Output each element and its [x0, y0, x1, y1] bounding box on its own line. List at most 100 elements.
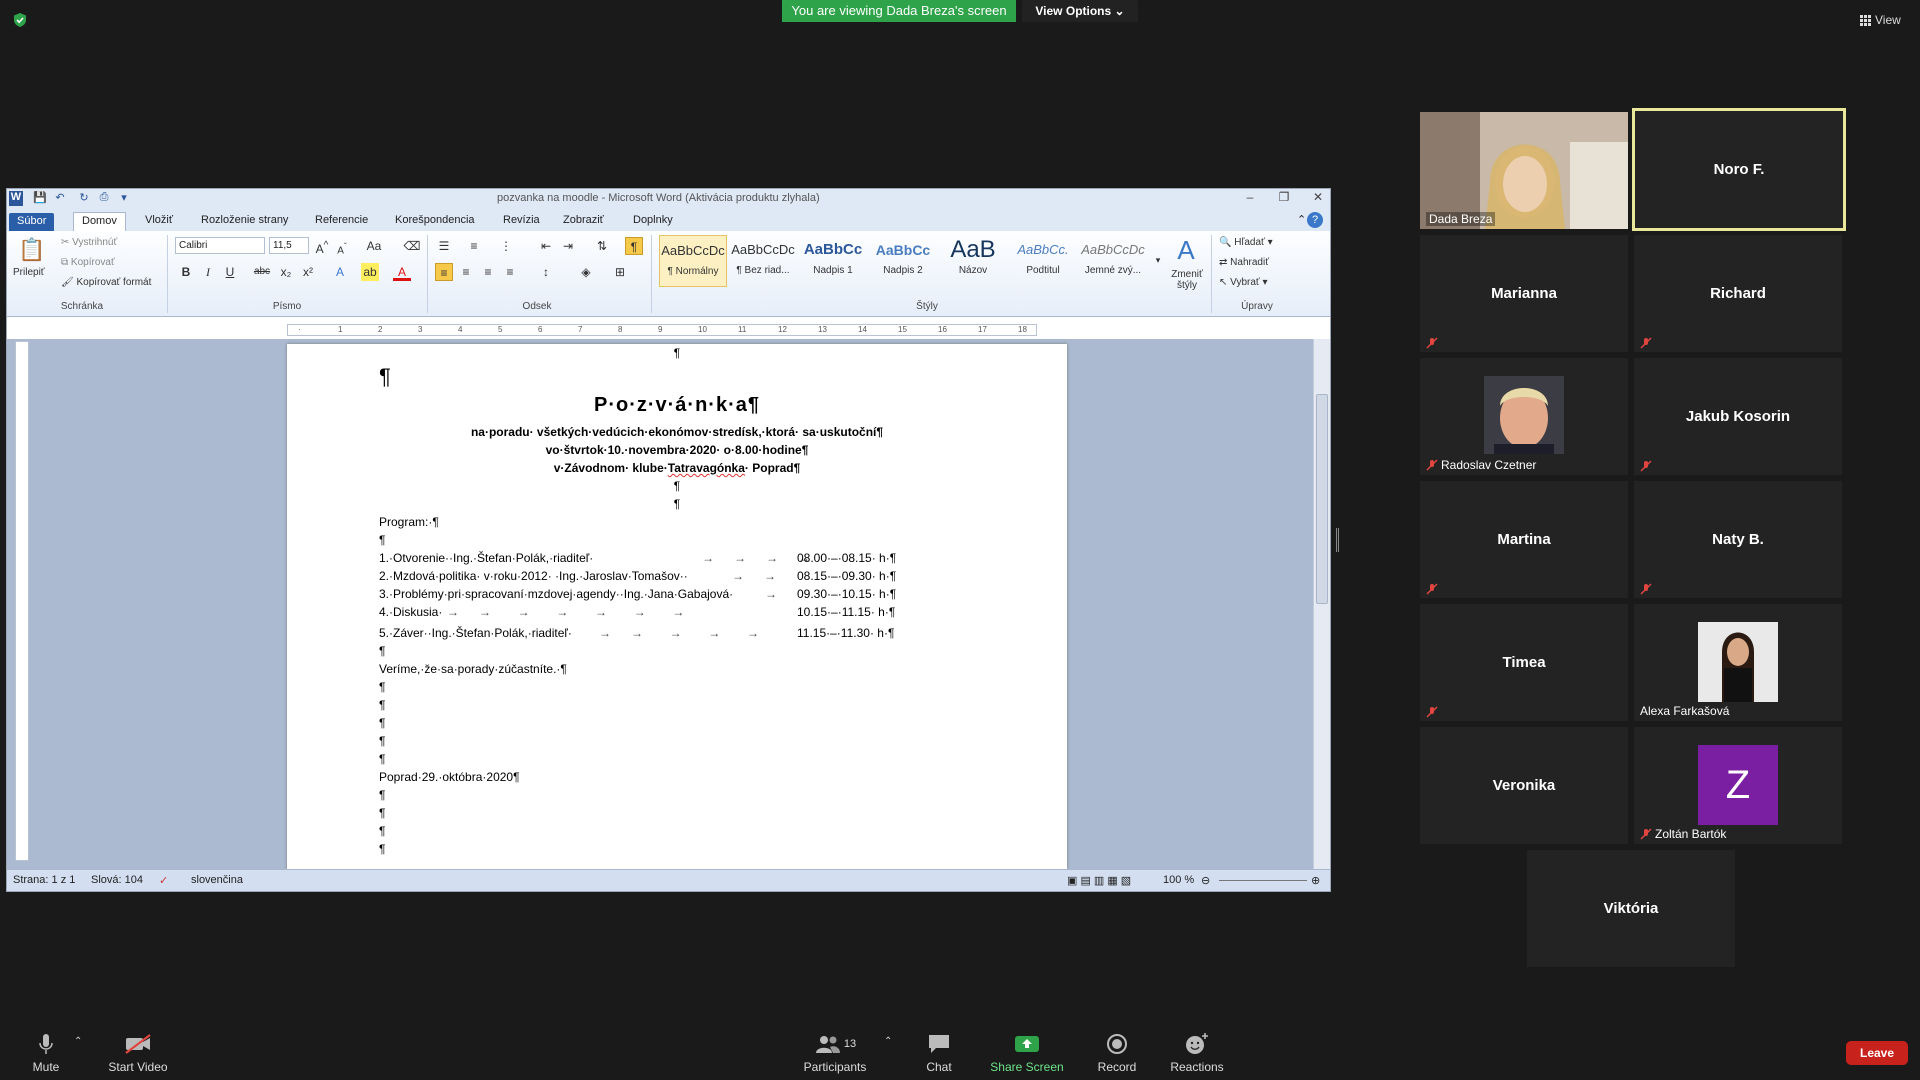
style-subtitle[interactable]: AaBbCc. Podtitul	[1009, 235, 1077, 287]
style-no-spacing[interactable]: AaBbCcDc ¶ Bez riad...	[729, 235, 797, 287]
style-title[interactable]: AaB Názov	[939, 235, 1007, 287]
restore-icon[interactable]: ❐	[1269, 190, 1299, 207]
justify-icon[interactable]: ≡	[501, 263, 519, 281]
grow-font-icon[interactable]: A^	[313, 237, 331, 256]
redo-icon[interactable]: ↻	[77, 191, 91, 206]
participant-tile[interactable]: Jakub Kosorin	[1634, 358, 1842, 475]
proofing-icon[interactable]: ✓	[159, 874, 168, 887]
scrollbar-thumb[interactable]	[1316, 394, 1328, 604]
align-right-icon[interactable]: ≡	[479, 263, 497, 281]
minimize-icon[interactable]: –	[1235, 190, 1265, 207]
view-mode-icons[interactable]: ▣ ▤ ▥ ▦ ▧	[1067, 874, 1131, 887]
zoom-slider[interactable]	[1219, 880, 1307, 881]
numbering-icon[interactable]: ≡	[465, 237, 483, 255]
increase-indent-icon[interactable]: ⇥	[559, 237, 577, 255]
format-painter-button[interactable]: 🖌 Kopírovať formát	[61, 277, 151, 288]
change-styles-button[interactable]: Zmeniť štýly	[1165, 269, 1209, 291]
text-effects-icon[interactable]: A	[331, 263, 349, 281]
horizontal-ruler[interactable]: · 1 2 3 4 5 6 7 8 9 10 11 12 13 14 15 16 17 18	[287, 324, 1037, 336]
styles-more-icon[interactable]: ▾	[1149, 251, 1167, 269]
tab-insert[interactable]: Vložiť	[137, 212, 181, 231]
paste-button[interactable]: Prilepiť	[13, 267, 45, 278]
word-count[interactable]: Slová: 104	[91, 874, 143, 886]
security-shield-icon[interactable]	[12, 12, 28, 28]
participant-tile[interactable]: Marianna	[1420, 235, 1628, 352]
find-button[interactable]: 🔍 Hľadať ▾	[1219, 237, 1273, 248]
leave-button[interactable]: Leave	[1846, 1041, 1908, 1065]
page-count[interactable]: Strana: 1 z 1	[13, 874, 75, 886]
participant-tile[interactable]: Radoslav Czetner	[1420, 358, 1628, 475]
participant-tile[interactable]: Z Zoltán Bartók	[1634, 727, 1842, 844]
borders-icon[interactable]: ⊞	[611, 263, 629, 281]
reactions-button[interactable]: Reactions	[1152, 1030, 1242, 1074]
vertical-ruler[interactable]	[15, 341, 29, 861]
panel-resize-handle[interactable]	[1336, 528, 1339, 552]
tab-addins[interactable]: Doplnky	[625, 212, 681, 231]
style-subtle-emphasis[interactable]: AaBbCcDc Jemné zvý...	[1079, 235, 1147, 287]
shading-icon[interactable]: ◈	[577, 263, 595, 281]
superscript-icon[interactable]: x²	[299, 263, 317, 281]
line-spacing-icon[interactable]: ↕	[537, 263, 555, 281]
clear-format-icon[interactable]: ⌫	[403, 237, 421, 255]
participant-tile[interactable]: Martina	[1420, 481, 1628, 598]
select-button[interactable]: ↖ Vybrať ▾	[1219, 277, 1268, 288]
participant-tile[interactable]: Veronika	[1420, 727, 1628, 844]
copy-button[interactable]: ⧉ Kopírovať	[61, 257, 115, 268]
style-normal[interactable]: AaBbCcDc ¶ Normálny	[659, 235, 727, 287]
show-formatting-icon[interactable]: ¶	[625, 237, 643, 255]
style-heading-2[interactable]: AaBbCc Nadpis 2	[869, 235, 937, 287]
bullets-icon[interactable]: ☰	[435, 237, 453, 255]
view-options-button[interactable]: View Options ⌄	[1022, 0, 1138, 22]
participant-tile[interactable]: Viktória	[1527, 850, 1735, 967]
font-size-select[interactable]: 11,5	[269, 237, 309, 254]
font-color-icon[interactable]: A	[393, 263, 411, 281]
strikethrough-icon[interactable]: abc	[253, 263, 271, 281]
tab-references[interactable]: Referencie	[307, 212, 376, 231]
participants-options-chevron-icon[interactable]: ⌃	[884, 1036, 892, 1047]
view-layout-button[interactable]: View	[1860, 11, 1910, 29]
zoom-in-icon[interactable]: ⊕	[1311, 874, 1320, 887]
save-icon[interactable]: 💾	[33, 191, 47, 206]
cut-button[interactable]: ✂ Vystrihnúť	[61, 237, 117, 248]
subscript-icon[interactable]: x₂	[277, 263, 295, 281]
print-preview-icon[interactable]: ⎙	[97, 191, 111, 206]
participant-tile[interactable]: Noro F.	[1632, 108, 1846, 231]
close-icon[interactable]: ✕	[1303, 190, 1330, 207]
record-button[interactable]: Record	[1072, 1030, 1162, 1074]
participants-button[interactable]: 13 Participants	[790, 1030, 880, 1074]
highlight-icon[interactable]: ab	[361, 263, 379, 281]
undo-icon[interactable]: ↶	[53, 191, 67, 206]
zoom-out-icon[interactable]: ⊖	[1201, 874, 1210, 887]
document-page[interactable]: ¶ ¶ P·o·z·v·á·n·k·a¶ na·poradu· všetkých…	[287, 344, 1067, 869]
italic-icon[interactable]: I	[199, 263, 217, 281]
participant-tile[interactable]: Alexa Farkašová	[1634, 604, 1842, 721]
zoom-level[interactable]: 100 %	[1163, 874, 1194, 886]
qat-customize-icon[interactable]: ▾	[117, 191, 131, 206]
change-styles-icon[interactable]: A	[1171, 235, 1201, 265]
paste-icon[interactable]: 📋	[17, 235, 47, 265]
multilevel-list-icon[interactable]: ⋮	[497, 237, 515, 255]
font-name-select[interactable]: Calibri	[175, 237, 265, 254]
align-left-icon[interactable]: ≡	[435, 263, 453, 281]
participant-tile[interactable]: Dada Breza	[1420, 112, 1628, 229]
start-video-button[interactable]: Start Video	[93, 1030, 183, 1074]
bold-icon[interactable]: B	[177, 263, 195, 281]
align-center-icon[interactable]: ≡	[457, 263, 475, 281]
tab-view[interactable]: Zobraziť	[555, 212, 612, 231]
shrink-font-icon[interactable]: Aˇ	[333, 237, 351, 256]
language-indicator[interactable]: slovenčina	[191, 874, 243, 886]
tab-mailings[interactable]: Korešpondencia	[387, 212, 483, 231]
shared-screen-word-window[interactable]: W 💾 ↶ ↻ ⎙ ▾ pozvanka na moodle - Microso…	[6, 188, 1331, 892]
vertical-scrollbar[interactable]	[1313, 339, 1330, 869]
chat-button[interactable]: Chat	[894, 1030, 984, 1074]
replace-button[interactable]: ⇄ Nahradiť	[1219, 257, 1269, 268]
participant-tile[interactable]: Timea	[1420, 604, 1628, 721]
share-screen-button[interactable]: Share Screen	[982, 1030, 1072, 1074]
participant-tile[interactable]: Richard	[1634, 235, 1842, 352]
change-case-icon[interactable]: Aa	[365, 237, 383, 255]
underline-icon[interactable]: U	[221, 263, 239, 281]
participant-tile[interactable]: Naty B.	[1634, 481, 1842, 598]
help-icon[interactable]: ?	[1307, 212, 1323, 228]
sort-icon[interactable]: ⇅	[593, 237, 611, 255]
style-heading-1[interactable]: AaBbCc Nadpis 1	[799, 235, 867, 287]
